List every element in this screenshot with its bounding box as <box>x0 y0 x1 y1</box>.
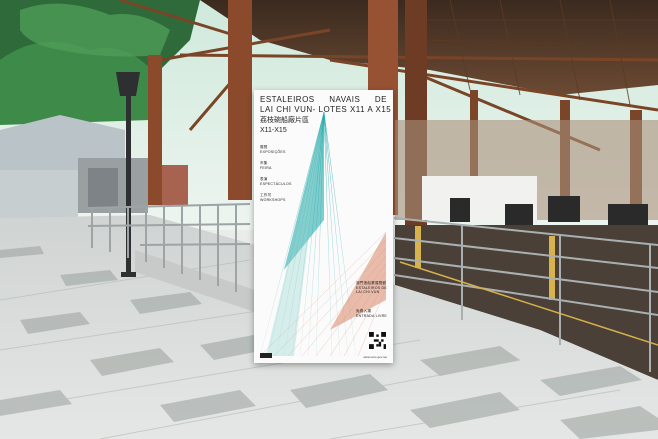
poster-title-line2: LAI CHI VUN - LOTES X11 A X15 <box>260 105 391 114</box>
event-poster: ESTALEIROS NAVAIS DE LAI CHI VUN - LOTES… <box>254 90 393 363</box>
qr-code <box>369 332 386 349</box>
title-word: NAVAIS <box>329 95 361 104</box>
section-label: EXPOSIÇÕES <box>260 150 286 154</box>
venue-label: ESTALEIROS DE LAI CHI VUN <box>356 286 387 294</box>
section-label: FEIRA <box>260 166 272 170</box>
title-word: DE <box>374 95 387 104</box>
section-label: WORKSHOPS <box>260 198 286 202</box>
photo-scene: ESTALEIROS NAVAIS DE LAI CHI VUN - LOTES… <box>0 0 658 439</box>
section-label: ESPECTÁCULOS <box>260 182 292 186</box>
admission-label: ENTRADA LIVRE <box>356 314 387 318</box>
organizer-logo <box>260 353 272 358</box>
title-word: ESTALEIROS <box>260 95 315 104</box>
poster-title-lots: X11-X15 <box>260 127 287 134</box>
column <box>148 55 162 205</box>
poster-title-chinese: 荔枝碗船廠片區 <box>260 117 309 124</box>
poster-title-line1: ESTALEIROS NAVAIS DE <box>260 96 387 104</box>
poster-url: www.xxxx.gov.mo <box>363 355 387 359</box>
title-word: LAI CHI VUN <box>260 105 313 114</box>
title-word: - LOTES X11 A X15 <box>312 105 392 114</box>
